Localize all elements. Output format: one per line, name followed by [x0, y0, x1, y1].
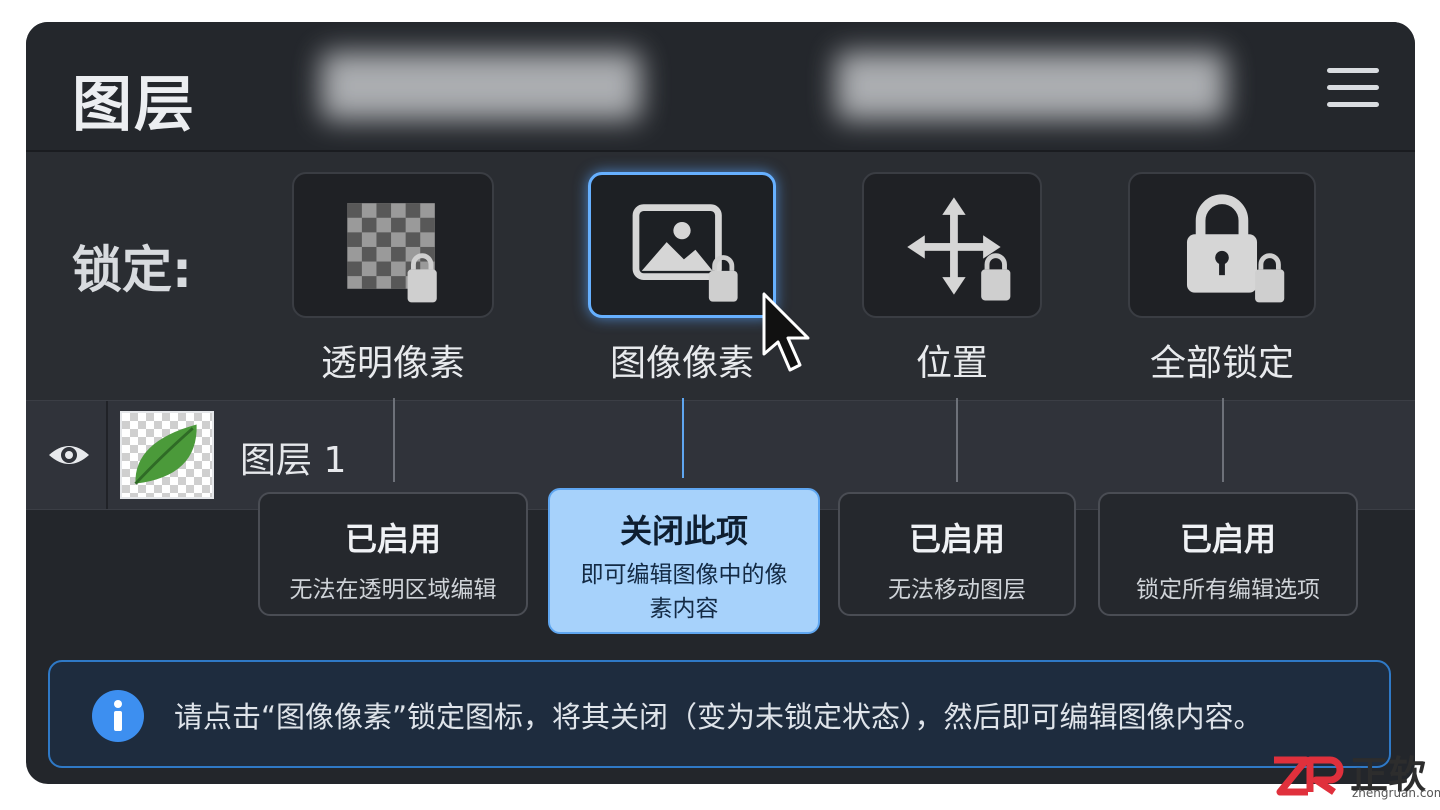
move-lock-icon [907, 197, 1011, 301]
lock-toolbar: 锁定: 透明像素 图像像素 位置 全部锁定 [26, 152, 1415, 400]
menu-icon[interactable] [1327, 68, 1379, 108]
layers-panel: 图层 锁定: 透明像素 图像像素 位置 全部锁定 图层 1 已启用 无法在透明区… [26, 22, 1415, 784]
lock-all-button[interactable] [1128, 172, 1316, 318]
lock-image-label: 图像像素 [609, 343, 754, 384]
lock-all-label: 全部锁定 [1149, 343, 1294, 384]
tooltip-title: 已启用 [344, 520, 441, 558]
layer-thumbnail[interactable] [120, 411, 214, 499]
panel-title: 图层 [72, 70, 196, 140]
panel-header: 图层 [26, 22, 1415, 152]
padlock-icon [1186, 194, 1285, 303]
tooltip-title: 关闭此项 [619, 512, 748, 550]
watermark-url: zhengruan.com [1352, 786, 1440, 800]
lock-position-label: 位置 [915, 343, 988, 384]
tooltip-desc: 锁定所有编辑选项 [1136, 577, 1320, 603]
visibility-eye-icon[interactable] [46, 435, 92, 475]
info-banner: 请点击“图像像素”锁定图标，将其关闭（变为未锁定状态），然后即可编辑图像内容。 [48, 660, 1391, 768]
tooltip-desc: 即可编辑图像中的像素内容 [580, 562, 788, 622]
connector-line [682, 398, 684, 478]
lock-label: 锁定: [72, 241, 192, 299]
layer-name[interactable]: 图层 1 [240, 431, 346, 483]
blurred-region [321, 52, 641, 120]
lock-transparent-button[interactable] [292, 172, 494, 318]
blurred-region [836, 52, 1226, 120]
lock-image-button[interactable] [588, 172, 776, 318]
lock-transparent-label: 透明像素 [320, 343, 465, 384]
tooltip-transparent: 已启用 无法在透明区域编辑 [258, 492, 528, 616]
tooltip-title: 已启用 [1179, 520, 1276, 558]
connector-line [1222, 398, 1224, 482]
tooltip-desc: 无法移动图层 [888, 577, 1026, 603]
divider [106, 401, 108, 509]
lock-position-button[interactable] [862, 172, 1042, 318]
tooltip-image: 关闭此项 即可编辑图像中的像素内容 [548, 488, 820, 634]
tooltip-position: 已启用 无法移动图层 [838, 492, 1076, 616]
mouse-cursor-icon [762, 292, 810, 372]
tooltip-desc: 无法在透明区域编辑 [289, 577, 497, 603]
leaf-icon [134, 424, 197, 485]
info-icon [92, 690, 144, 742]
image-lock-icon [632, 204, 738, 302]
tooltip-all: 已启用 锁定所有编辑选项 [1098, 492, 1358, 616]
info-text: 请点击“图像像素”锁定图标，将其关闭（变为未锁定状态），然后即可编辑图像内容。 [174, 700, 1263, 734]
connector-line [393, 398, 395, 482]
connector-line [956, 398, 958, 482]
tooltip-title: 已启用 [908, 520, 1005, 558]
checkerboard-lock-icon [347, 203, 437, 303]
